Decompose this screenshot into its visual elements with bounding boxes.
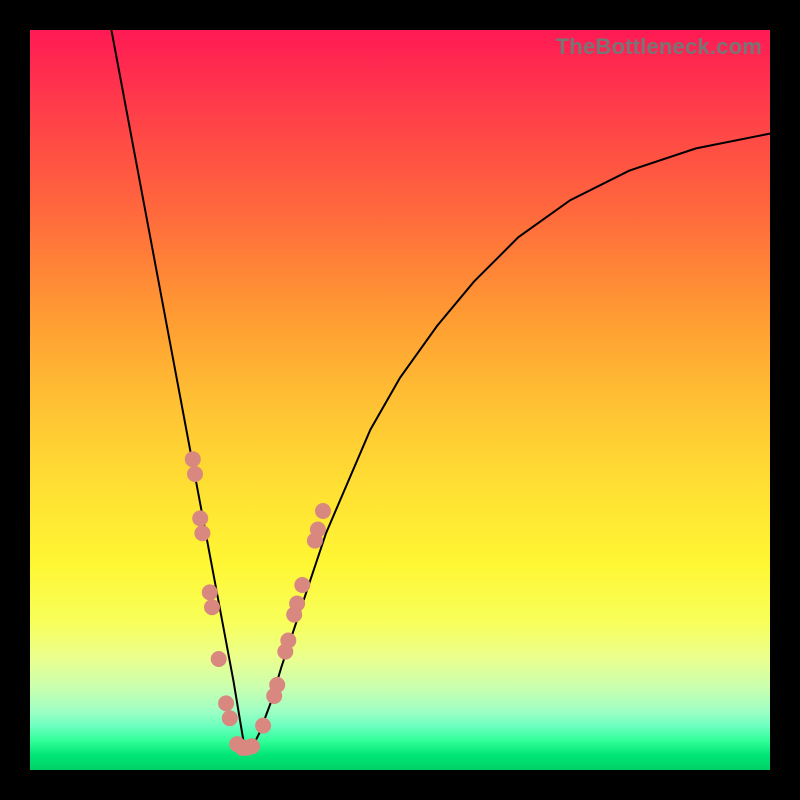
bottleneck-chart bbox=[30, 30, 770, 770]
marker-dot bbox=[269, 677, 285, 693]
marker-dot bbox=[192, 510, 208, 526]
marker-dot bbox=[289, 596, 305, 612]
marker-dot bbox=[255, 718, 271, 734]
marker-dot bbox=[294, 577, 310, 593]
chart-frame: TheBottleneck.com bbox=[30, 30, 770, 770]
marker-dot bbox=[204, 599, 220, 615]
marker-dot bbox=[280, 633, 296, 649]
marker-dot bbox=[310, 522, 326, 538]
marker-dot bbox=[211, 651, 227, 667]
marker-dot bbox=[315, 503, 331, 519]
bottleneck-curve bbox=[111, 30, 770, 748]
marker-dot bbox=[194, 525, 210, 541]
marker-dot bbox=[187, 466, 203, 482]
marker-group bbox=[185, 451, 331, 756]
marker-dot bbox=[185, 451, 201, 467]
marker-dot bbox=[244, 738, 260, 754]
marker-dot bbox=[202, 584, 218, 600]
marker-dot bbox=[222, 710, 238, 726]
marker-dot bbox=[218, 695, 234, 711]
